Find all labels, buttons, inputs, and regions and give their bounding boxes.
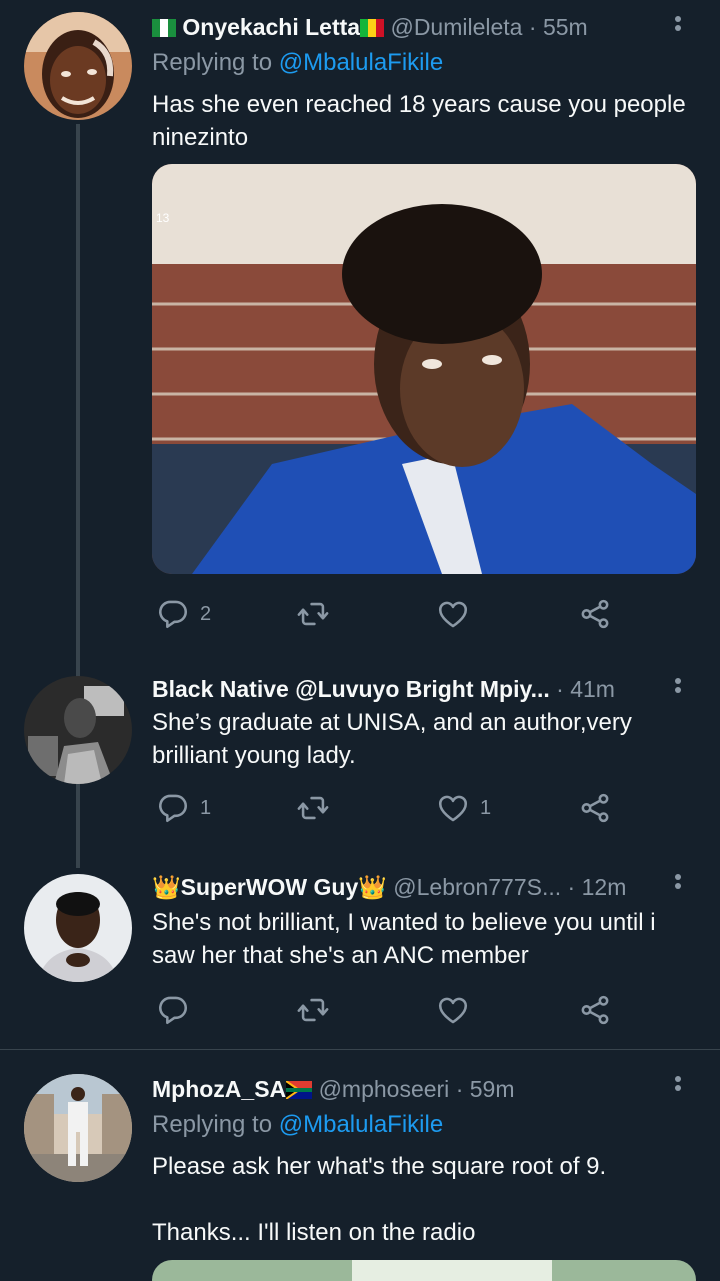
crown-icon: 👑: [358, 874, 387, 900]
tweet-image[interactable]: 13: [152, 164, 696, 574]
timestamp[interactable]: 41m: [570, 676, 615, 702]
avatar[interactable]: [24, 1074, 132, 1182]
display-name[interactable]: Black Native @Luvuyo Bright Mpiy...: [152, 676, 550, 702]
reply-icon: [156, 993, 190, 1027]
mention-link[interactable]: @MbalulaFikile: [279, 1111, 443, 1138]
retweet-icon: [296, 791, 330, 825]
reply-count: 1: [200, 796, 212, 819]
separator-dot: ·: [567, 874, 576, 900]
share-icon: [578, 993, 612, 1027]
tweet-header: 👑SuperWOW Guy👑 @Lebron777S... · 12m: [152, 872, 672, 902]
tweet-text: Has she even reached 18 years cause you …: [152, 91, 686, 151]
tweet-2[interactable]: Black Native @Luvuyo Bright Mpiy... · 41…: [0, 660, 720, 860]
reply-icon: [156, 791, 190, 825]
like-icon: [436, 791, 470, 825]
like-icon: [436, 993, 470, 1027]
tweet-image[interactable]: [152, 1260, 696, 1281]
tweet-actions: 2: [152, 594, 622, 634]
handle[interactable]: @mphoseeri: [319, 1076, 450, 1102]
tweet-1[interactable]: Onyekachi Letta @Dumileleta · 55m Replyi…: [0, 0, 720, 660]
tweet-header: MphozA_SA @mphoseeri · 59m: [152, 1074, 672, 1106]
separator-dot: ·: [528, 14, 537, 40]
reply-button[interactable]: 1: [156, 788, 211, 828]
crown-icon: 👑: [152, 874, 181, 900]
svg-text:13: 13: [156, 211, 170, 225]
retweet-icon: [296, 597, 330, 631]
mali-flag-icon: [360, 14, 385, 44]
timestamp[interactable]: 12m: [582, 874, 627, 900]
reply-button[interactable]: [156, 990, 190, 1030]
share-button[interactable]: [578, 990, 612, 1030]
replying-prefix: Replying to: [152, 1111, 273, 1138]
retweet-button[interactable]: [296, 788, 330, 828]
tweet-text-line-1: Please ask her what's the square root of…: [152, 1153, 607, 1180]
share-button[interactable]: [578, 788, 612, 828]
more-icon[interactable]: [666, 872, 690, 902]
south-africa-flag-icon: [285, 1076, 313, 1106]
handle[interactable]: @Dumileleta: [390, 14, 522, 40]
timestamp[interactable]: 59m: [470, 1076, 515, 1102]
mention-link[interactable]: @MbalulaFikile: [279, 49, 443, 76]
nigeria-flag-icon: [152, 14, 176, 44]
replying-to: Replying to @MbalulaFikile: [152, 48, 443, 78]
like-count: 1: [480, 796, 492, 819]
like-icon: [436, 597, 470, 631]
share-icon: [578, 597, 612, 631]
reply-count: 2: [200, 602, 212, 625]
tweet-text: She's not brilliant, I wanted to believe…: [152, 909, 656, 969]
more-icon[interactable]: [666, 14, 690, 44]
tweet-header: Black Native @Luvuyo Bright Mpiy... · 41…: [152, 674, 672, 704]
like-button[interactable]: [436, 990, 470, 1030]
display-name[interactable]: MphozA_SA: [152, 1076, 286, 1102]
handle[interactable]: @Lebron777S...: [393, 874, 561, 900]
timestamp[interactable]: 55m: [543, 14, 588, 40]
more-icon[interactable]: [666, 1074, 690, 1104]
tweet-text: She’s graduate at UNISA, and an author,v…: [152, 709, 632, 769]
more-icon[interactable]: [666, 676, 690, 706]
share-icon: [578, 791, 612, 825]
tweet-text-line-2: Thanks... I'll listen on the radio: [152, 1219, 476, 1246]
replying-prefix: Replying to: [152, 49, 273, 76]
like-button[interactable]: [436, 594, 470, 634]
like-button[interactable]: 1: [436, 788, 491, 828]
retweet-button[interactable]: [296, 594, 330, 634]
display-name[interactable]: Onyekachi Letta: [182, 14, 360, 40]
retweet-button[interactable]: [296, 990, 330, 1030]
retweet-icon: [296, 993, 330, 1027]
tweet-4[interactable]: MphozA_SA @mphoseeri · 59m Replying to @…: [0, 1050, 720, 1281]
tweet-3[interactable]: 👑SuperWOW Guy👑 @Lebron777S... · 12m She'…: [0, 860, 720, 1050]
separator-dot: ·: [455, 1076, 464, 1102]
replying-to: Replying to @MbalulaFikile: [152, 1110, 443, 1140]
separator-dot: ·: [556, 676, 564, 702]
tweet-header: Onyekachi Letta @Dumileleta · 55m: [152, 12, 672, 44]
share-button[interactable]: [578, 594, 612, 634]
display-name[interactable]: SuperWOW Guy: [181, 874, 359, 900]
reply-icon: [156, 597, 190, 631]
avatar[interactable]: [24, 874, 132, 982]
reply-button[interactable]: 2: [156, 594, 211, 634]
tweet-actions: 1 1: [152, 788, 622, 828]
avatar[interactable]: [24, 676, 132, 784]
tweet-actions: [152, 990, 622, 1030]
avatar[interactable]: [24, 12, 132, 120]
